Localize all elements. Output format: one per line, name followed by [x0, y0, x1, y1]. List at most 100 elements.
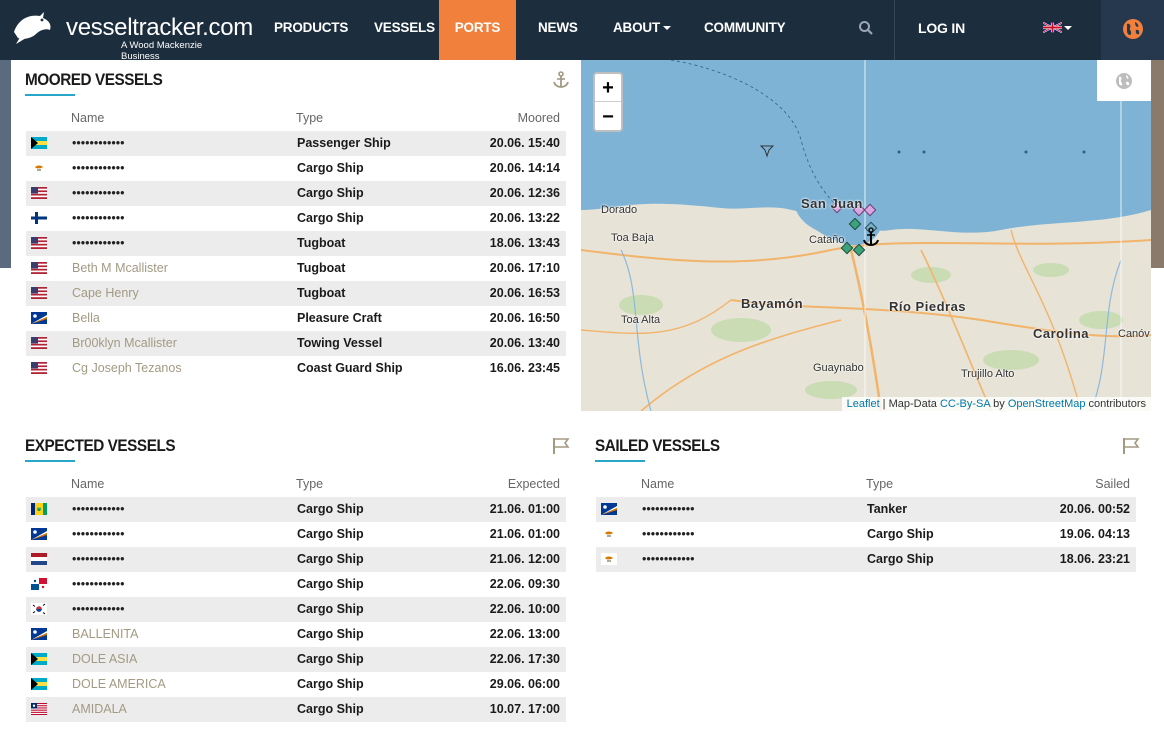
map-label-trujillo-alto: Trujillo Alto — [961, 368, 1015, 380]
column-header-name[interactable]: Name — [641, 477, 674, 491]
column-header-expected[interactable]: Expected — [495, 477, 560, 491]
globe-icon — [1123, 19, 1143, 39]
vessel-type: Cargo Ship — [297, 161, 364, 175]
table-row[interactable]: AMIDALA Cargo Ship 10.07. 17:00 — [26, 697, 566, 722]
column-header-name[interactable]: Name — [71, 111, 104, 125]
finland-flag-icon — [31, 212, 47, 224]
port-map[interactable]: Dorado Toa Baja San Juan Cataño Bayamón … — [581, 60, 1151, 411]
map-label-dorado: Dorado — [601, 204, 638, 216]
vessel-name: •••••••••••• — [642, 502, 695, 516]
vessel-time: 22.06. 09:30 — [489, 577, 560, 591]
table-row[interactable]: •••••••••••• Tugboat 18.06. 13:43 — [26, 231, 566, 256]
table-row[interactable]: •••••••••••• Cargo Ship 22.06. 09:30 — [26, 572, 566, 597]
vessel-time: 21.06. 01:00 — [489, 527, 560, 541]
nav-ports[interactable]: PORTS — [439, 0, 516, 60]
column-header-sailed[interactable]: Sailed — [1070, 477, 1130, 491]
vessel-name: •••••••••••• — [72, 186, 125, 200]
map-label-guaynabo: Guaynabo — [813, 362, 864, 374]
vessel-time: 10.07. 17:00 — [489, 702, 560, 716]
usa-flag-icon — [31, 237, 47, 249]
vessel-name[interactable]: DOLE AMERICA — [72, 672, 166, 697]
table-row[interactable]: •••••••••••• Cargo Ship 21.06. 12:00 — [26, 547, 566, 572]
leaflet-link[interactable]: Leaflet — [847, 398, 880, 410]
table-row[interactable]: •••••••••••• Cargo Ship 22.06. 10:00 — [26, 597, 566, 622]
column-header-type[interactable]: Type — [866, 477, 893, 491]
table-row[interactable]: •••••••••••• Cargo Ship 21.06. 01:00 — [26, 497, 566, 522]
search-icon[interactable] — [858, 20, 874, 36]
vessel-time: 22.06. 17:30 — [489, 652, 560, 666]
column-header-moored[interactable]: Moored — [500, 111, 560, 125]
vessel-name: •••••••••••• — [72, 211, 125, 225]
vessel-name[interactable]: Beth M Mcallister — [72, 256, 168, 281]
title-underline — [25, 460, 75, 462]
vessel-name: •••••••••••• — [72, 502, 125, 516]
vessel-time: 22.06. 13:00 — [489, 627, 560, 641]
table-row[interactable]: •••••••••••• Cargo Ship 20.06. 12:36 — [26, 181, 566, 206]
map-label-bayamon: Bayamón — [741, 296, 804, 311]
sailed-vessels-title: SAILED VESSELS — [595, 436, 720, 455]
table-row[interactable]: •••••••••••• Tanker 20.06. 00:52 — [596, 497, 1136, 522]
map-layer-button[interactable] — [1097, 60, 1151, 101]
table-row[interactable]: Bella Pleasure Craft 20.06. 16:50 — [26, 306, 566, 331]
zoom-in-button[interactable]: + — [595, 74, 621, 102]
column-header-type[interactable]: Type — [296, 477, 323, 491]
table-row[interactable]: Br00klyn Mcallister Towing Vessel 20.06. 1… — [26, 331, 566, 356]
marshall-flag-icon — [31, 628, 47, 640]
license-link[interactable]: CC-By-SA — [940, 398, 990, 410]
attribution-sep: | Map-Data — [879, 398, 940, 410]
table-row[interactable]: •••••••••••• Cargo Ship 20.06. 13:22 — [26, 206, 566, 231]
zoom-out-button[interactable]: − — [595, 103, 621, 131]
table-row[interactable]: DOLE ASIA Cargo Ship 22.06. 17:30 — [26, 647, 566, 672]
vessel-type: Cargo Ship — [867, 552, 934, 566]
table-row[interactable]: Beth M Mcallister Tugboat 20.06. 17:10 — [26, 256, 566, 281]
nav-community[interactable]: COMMUNITY — [704, 0, 786, 60]
nav-divider — [894, 0, 895, 60]
table-row[interactable]: •••••••••••• Cargo Ship 18.06. 23:21 — [596, 547, 1136, 572]
table-row[interactable]: •••••••••••• Cargo Ship 20.06. 14:14 — [26, 156, 566, 181]
vessel-type: Cargo Ship — [297, 602, 364, 616]
table-row[interactable]: Cape Henry Tugboat 20.06. 16:53 — [26, 281, 566, 306]
vessel-name[interactable]: DOLE ASIA — [72, 647, 137, 672]
osm-link[interactable]: OpenStreetMap — [1008, 398, 1086, 410]
vessel-name: •••••••••••• — [642, 552, 695, 566]
vessel-name[interactable]: Br00klyn Mcallister — [72, 331, 177, 356]
table-row[interactable]: BALLENITA Cargo Ship 22.06. 13:00 — [26, 622, 566, 647]
table-row[interactable]: DOLE AMERICA Cargo Ship 29.06. 06:00 — [26, 672, 566, 697]
vesseltracker-logo[interactable]: vesseltracker.com A Wood Mackenzie Busin… — [10, 8, 253, 62]
map-label-san-juan: San Juan — [801, 196, 863, 211]
vessel-name[interactable]: BALLENITA — [72, 622, 138, 647]
language-selector[interactable] — [1040, 18, 1074, 38]
nav-about[interactable]: ABOUT — [613, 0, 671, 60]
nav-vessels[interactable]: VESSELS — [374, 0, 435, 60]
vessel-time: 20.06. 13:40 — [489, 336, 560, 350]
brand-tagline: A Wood Mackenzie Business — [121, 40, 203, 62]
nav-products[interactable]: PRODUCTS — [274, 0, 348, 60]
vessel-name[interactable]: Cape Henry — [72, 281, 139, 306]
title-underline — [25, 94, 75, 96]
table-row[interactable]: •••••••••••• Cargo Ship 19.06. 04:13 — [596, 522, 1136, 547]
column-header-type[interactable]: Type — [296, 111, 323, 125]
login-button[interactable]: LOG IN — [918, 0, 965, 60]
nav-news[interactable]: NEWS — [538, 0, 578, 60]
table-row[interactable]: Cg Joseph Tezanos Coast Guard Ship 16.06. … — [26, 356, 566, 381]
panama-flag-icon — [31, 578, 47, 590]
vessel-time: 16.06. 23:45 — [489, 361, 560, 375]
dragon-logo-icon — [14, 12, 51, 44]
vessel-name[interactable]: AMIDALA — [72, 697, 127, 722]
table-row[interactable]: •••••••••••• Passenger Ship 20.06. 15:40 — [26, 131, 566, 156]
map-label-toa-baja: Toa Baja — [611, 232, 654, 244]
vessel-type: Pleasure Craft — [297, 311, 382, 325]
vessel-name[interactable]: Bella — [72, 306, 100, 331]
vessel-name: •••••••••••• — [72, 527, 125, 541]
bahamas-flag-icon — [31, 678, 47, 690]
column-header-name[interactable]: Name — [71, 477, 104, 491]
uk-flag-icon — [1043, 21, 1062, 34]
stvincent-flag-icon — [31, 503, 47, 515]
usa-flag-icon — [31, 362, 47, 374]
globe-button[interactable] — [1101, 0, 1164, 60]
vessel-name[interactable]: Cg Joseph Tezanos — [72, 356, 182, 381]
table-row[interactable]: •••••••••••• Cargo Ship 21.06. 01:00 — [26, 522, 566, 547]
marshall-flag-icon — [601, 503, 617, 515]
vessel-type: Cargo Ship — [297, 652, 364, 666]
vessel-name: •••••••••••• — [72, 552, 125, 566]
